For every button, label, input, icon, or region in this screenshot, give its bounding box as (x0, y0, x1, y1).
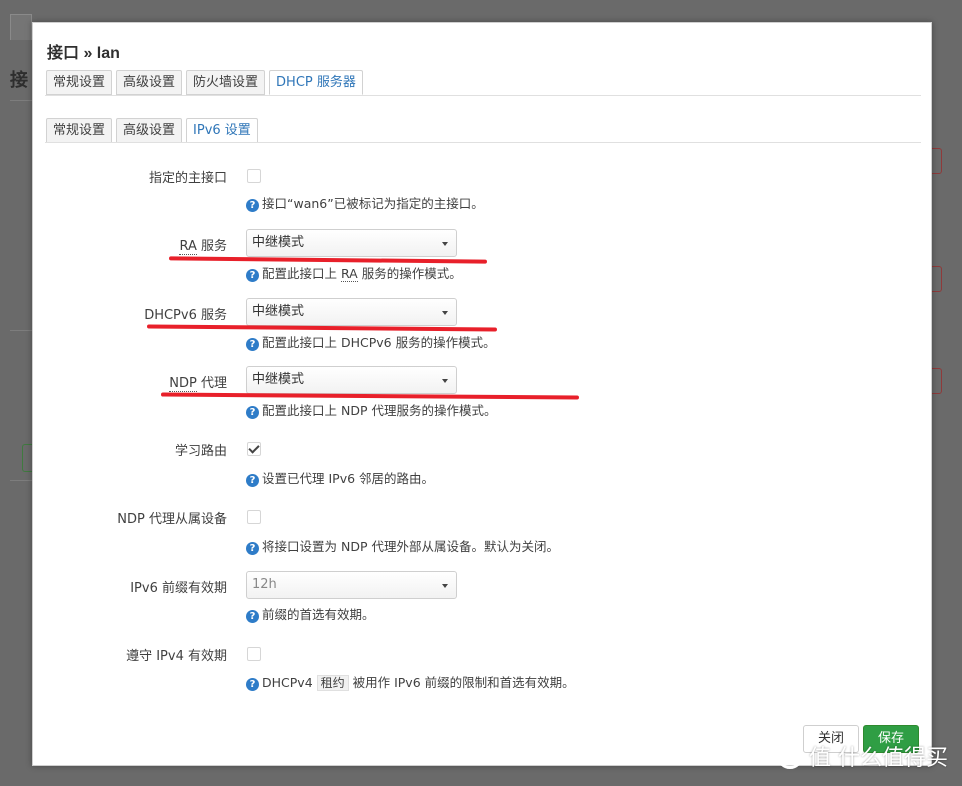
ndp-proxy-select[interactable]: 中继模式 (246, 366, 457, 394)
field-label: RA 服务 (179, 239, 227, 255)
ipv4-lifetime-checkbox[interactable] (247, 647, 261, 661)
learn-routes-checkbox[interactable] (247, 442, 261, 456)
modal-title: 接口 » lan (47, 45, 120, 62)
question-icon: ? (246, 678, 259, 691)
question-icon: ? (246, 406, 259, 419)
question-icon: ? (246, 474, 259, 487)
code-badge: 租约 (316, 675, 349, 691)
field-label: DHCPv6 服务 (144, 308, 227, 323)
dhcpv6-service-select[interactable]: 中继模式 (246, 298, 457, 326)
background-section (10, 100, 32, 230)
ra-service-select[interactable]: 中继模式 (246, 229, 457, 257)
background-section (10, 330, 32, 460)
tab-advanced[interactable]: 高级设置 (116, 70, 183, 95)
tab-divider (45, 95, 921, 96)
watermark: 值 什么值得买 (777, 740, 948, 772)
question-icon: ? (246, 610, 259, 623)
background-field (932, 368, 942, 394)
ndp-slave-checkbox[interactable] (247, 510, 261, 524)
main-tabs: 常规设置 高级设置 防火墙设置 DHCP 服务器 (46, 70, 363, 95)
subtab-general[interactable]: 常规设置 (46, 118, 113, 143)
annotation-underline (160, 392, 580, 400)
prefix-lifetime-select[interactable]: 12h (246, 571, 457, 599)
watermark-logo-icon (777, 743, 803, 769)
tab-general[interactable]: 常规设置 (46, 70, 113, 95)
master-checkbox[interactable] (247, 169, 261, 183)
field-label: NDP 代理 (169, 376, 227, 392)
background-field (932, 266, 942, 292)
question-icon: ? (246, 542, 259, 555)
field-label: IPv6 前缀有效期 (130, 581, 227, 596)
question-icon: ? (246, 269, 259, 282)
background-field (932, 148, 942, 174)
tab-firewall[interactable]: 防火墙设置 (186, 70, 266, 95)
chevron-down-icon (442, 584, 448, 588)
question-icon: ? (246, 199, 259, 212)
field-label: 遵守 IPv4 有效期 (126, 649, 227, 664)
background-title: 接 (10, 70, 28, 91)
chevron-down-icon (442, 311, 448, 315)
interface-modal: 接口 » lan 常规设置 高级设置 防火墙设置 DHCP 服务器 常规设置 高… (32, 22, 932, 766)
help-text: ? 前缀的首选有效期。 (246, 604, 375, 623)
field-label: NDP 代理从属设备 (117, 512, 227, 527)
sub-tabs: 常规设置 高级设置 IPv6 设置 (46, 118, 258, 143)
subtab-divider (45, 142, 921, 143)
help-text: ? 配置此接口上 NDP 代理服务的操作模式。 (246, 400, 496, 419)
chevron-down-icon (442, 379, 448, 383)
help-text: ? 设置已代理 IPv6 邻居的路由。 (246, 468, 434, 487)
tab-dhcp-server[interactable]: DHCP 服务器 (269, 70, 363, 95)
help-text: ? DHCPv4 租约 被用作 IPv6 前缀的限制和首选有效期。 (246, 672, 575, 691)
background-tab (10, 14, 32, 40)
help-text: ? 配置此接口上 RA 服务的操作模式。 (246, 263, 462, 282)
chevron-down-icon (442, 242, 448, 246)
field-label: 指定的主接口 (148, 171, 227, 186)
subtab-advanced[interactable]: 高级设置 (116, 118, 183, 143)
help-text: ? 接口“wan6”已被标记为指定的主接口。 (246, 193, 484, 212)
background-section (10, 480, 32, 610)
question-icon: ? (246, 338, 259, 351)
help-text: ? 配置此接口上 DHCPv6 服务的操作模式。 (246, 332, 496, 351)
subtab-ipv6[interactable]: IPv6 设置 (186, 118, 258, 143)
field-label: 学习路由 (174, 444, 227, 459)
help-text: ? 将接口设置为 NDP 代理外部从属设备。默认为关闭。 (246, 536, 559, 555)
